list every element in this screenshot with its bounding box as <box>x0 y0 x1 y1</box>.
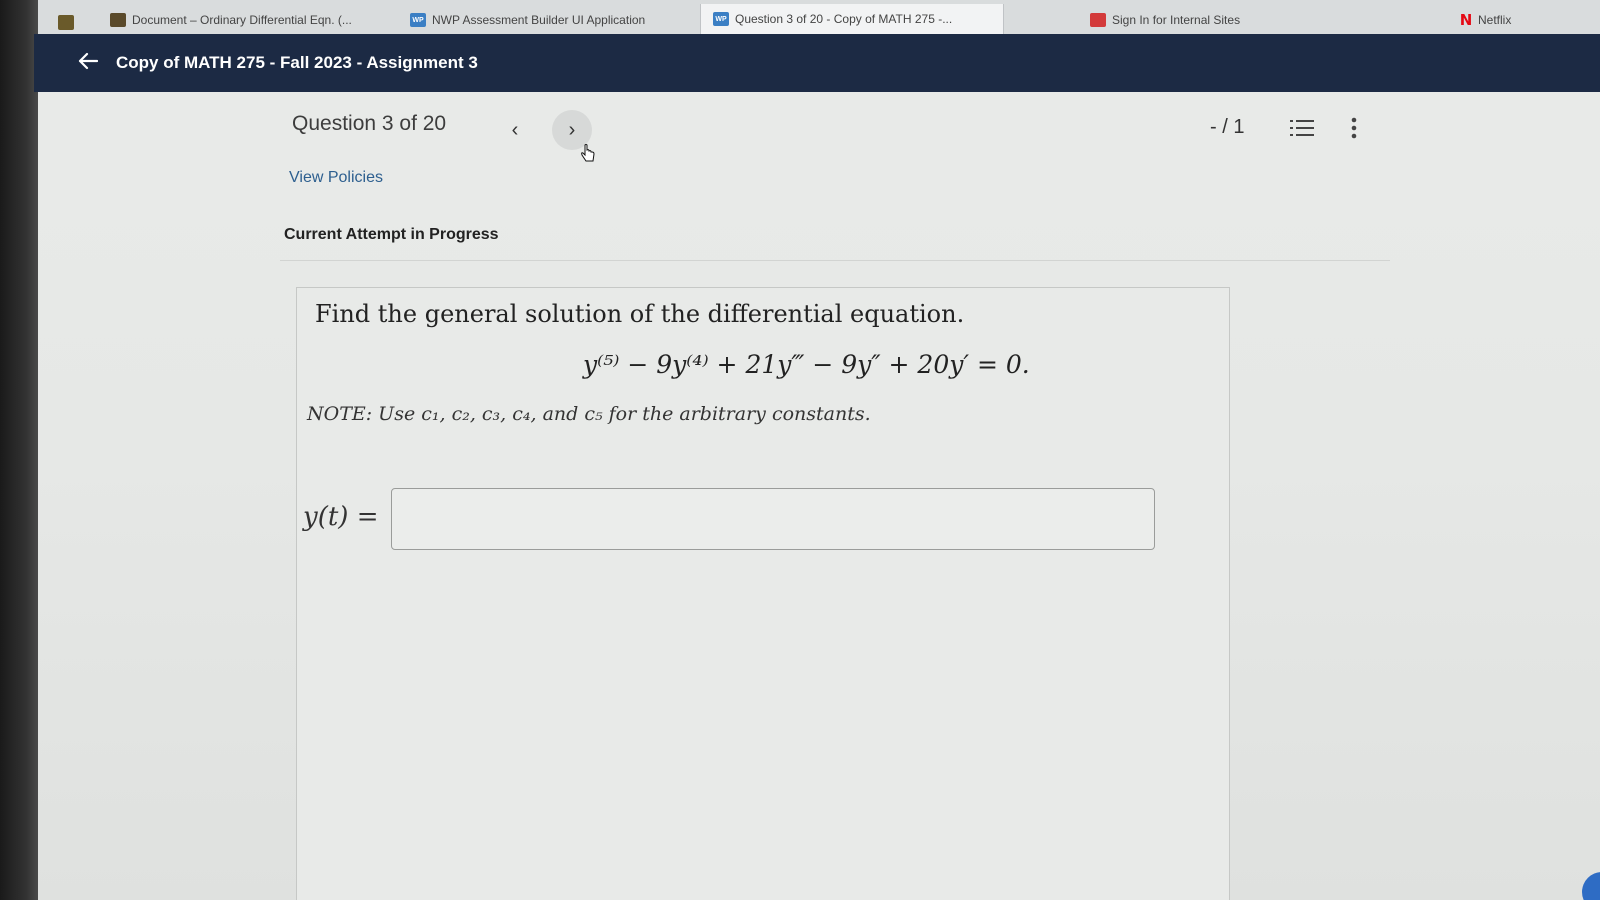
doc-app-icon <box>110 13 126 27</box>
assignment-title: Copy of MATH 275 - Fall 2023 - Assignmen… <box>116 53 478 72</box>
app-icon[interactable] <box>58 15 74 30</box>
tab-document[interactable]: Document – Ordinary Differential Eqn. (.… <box>110 6 380 34</box>
netflix-icon: N <box>1460 11 1473 29</box>
question-prompt: Find the general solution of the differe… <box>315 300 965 328</box>
arrow-left-icon[interactable] <box>78 50 102 76</box>
view-policies-link[interactable]: View Policies <box>289 169 383 187</box>
monitor-bezel <box>0 0 38 900</box>
tab-label: Document – Ordinary Differential Eqn. (.… <box>132 13 352 27</box>
answer-label: y(t) = <box>303 502 379 532</box>
chevron-right-icon: › <box>568 118 576 141</box>
question-card: Find the general solution of the differe… <box>296 287 1230 900</box>
wp-icon: WP <box>410 13 426 27</box>
tab-sign-in[interactable]: Sign In for Internal Sites <box>1090 6 1290 34</box>
previous-question-button[interactable]: ‹ <box>495 110 535 150</box>
divider <box>280 260 1390 261</box>
differential-equation: y⁽⁵⁾ − 9y⁽⁴⁾ + 21y‴ − 9y″ + 20y′ = 0. <box>583 350 1030 379</box>
assignment-header: Copy of MATH 275 - Fall 2023 - Assignmen… <box>34 34 1600 92</box>
question-nav: Question 3 of 20 <box>292 112 446 136</box>
question-score: - / 1 <box>1210 116 1245 138</box>
screen: Document – Ordinary Differential Eqn. (.… <box>0 0 1600 900</box>
attempt-status: Current Attempt in Progress <box>284 226 499 243</box>
tab-label: NWP Assessment Builder UI Application <box>432 13 646 27</box>
help-bubble-icon[interactable] <box>1582 872 1600 900</box>
tab-label: Sign In for Internal Sites <box>1112 13 1241 27</box>
tab-label: Netflix <box>1478 13 1512 27</box>
question-counter: Question 3 of 20 <box>292 112 447 135</box>
question-note: NOTE: Use c₁, c₂, c₃, c₄, and c₅ for the… <box>307 403 871 425</box>
sign-in-icon <box>1090 13 1106 27</box>
tab-netflix[interactable]: N Netflix <box>1460 6 1570 34</box>
answer-input[interactable] <box>391 488 1155 550</box>
question-list-icon[interactable] <box>1290 118 1314 138</box>
wp-icon: WP <box>713 12 729 26</box>
more-options-icon[interactable] <box>1350 116 1358 140</box>
tab-nwp-builder[interactable]: WP NWP Assessment Builder UI Application <box>410 6 685 34</box>
tab-question[interactable]: WP Question 3 of 20 - Copy of MATH 275 -… <box>700 4 1004 34</box>
tab-label: Question 3 of 20 - Copy of MATH 275 -... <box>735 12 953 26</box>
chevron-left-icon: ‹ <box>511 118 519 141</box>
pointer-hand-icon <box>580 144 596 169</box>
